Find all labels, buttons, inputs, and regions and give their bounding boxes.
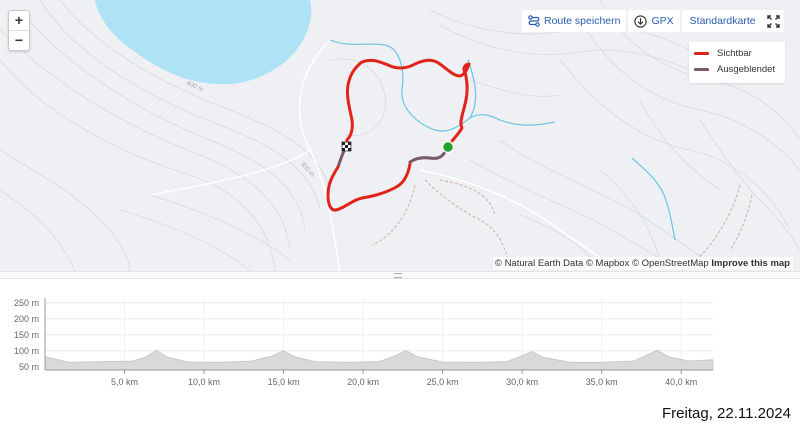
save-route-label: Route speichern xyxy=(544,15,621,27)
map-attribution: © Natural Earth Data © Mapbox © OpenStre… xyxy=(492,257,793,270)
x-tick-label: 5,0 km xyxy=(111,377,138,387)
gpx-download-button[interactable]: GPX xyxy=(628,10,680,32)
route-icon xyxy=(528,15,540,27)
map-terrain: 400 m 300 m xyxy=(0,0,800,271)
save-route-button[interactable]: Route speichern xyxy=(522,10,627,32)
map-toolbar: Route speichern GPX Standardkarte xyxy=(522,10,778,32)
map-view[interactable]: 400 m 300 m + − Route speichern GPX Stan… xyxy=(0,0,800,271)
y-tick-label: 50 m xyxy=(19,362,39,372)
legend-label: Ausgeblendet xyxy=(717,63,776,75)
fullscreen-button[interactable] xyxy=(762,10,784,32)
y-tick-label: 200 m xyxy=(14,314,39,324)
lake xyxy=(95,0,312,85)
x-tick-label: 40,0 km xyxy=(665,377,697,387)
elevation-profile[interactable]: 50 m 100 m 150 m 200 m 250 m 5,0 km 10,0 km 15,… xyxy=(0,278,800,398)
date-caption: Freitag, 22.11.2024 xyxy=(662,405,791,422)
zoom-control: + − xyxy=(8,10,30,51)
y-tick-label: 150 m xyxy=(14,330,39,340)
route-legend: Sichtbar Ausgeblendet xyxy=(689,42,785,83)
attribution-text: © Natural Earth Data © Mapbox © OpenStre… xyxy=(494,258,709,269)
route-visible xyxy=(326,58,471,212)
contour-label: 300 m xyxy=(299,161,316,179)
x-tick-label: 15,0 km xyxy=(268,377,300,387)
y-tick-label: 100 m xyxy=(14,346,39,356)
x-tick-label: 20,0 km xyxy=(347,377,379,387)
fullscreen-icon xyxy=(766,14,780,28)
x-tick-label: 10,0 km xyxy=(188,377,220,387)
legend-swatch xyxy=(694,67,709,71)
x-tick-label: 35,0 km xyxy=(586,377,618,387)
zoom-in-button[interactable]: + xyxy=(9,11,29,30)
elevation-chart: 50 m 100 m 150 m 200 m 250 m 5,0 km 10,0 km 15,… xyxy=(14,298,714,387)
route-hidden-segment xyxy=(408,146,449,164)
x-tick-label: 30,0 km xyxy=(506,377,538,387)
legend-swatch xyxy=(694,51,709,55)
x-tick-label: 25,0 km xyxy=(427,377,459,387)
gpx-label: GPX xyxy=(651,15,674,27)
y-tick-label: 250 m xyxy=(14,298,39,308)
zoom-out-button[interactable]: − xyxy=(9,30,29,50)
finish-flag-icon[interactable] xyxy=(341,141,352,152)
legend-item-hidden[interactable]: Ausgeblendet xyxy=(689,61,785,77)
start-marker[interactable] xyxy=(441,140,455,154)
legend-item-visible[interactable]: Sichtbar xyxy=(689,45,785,61)
map-style-label: Standardkarte xyxy=(689,15,756,27)
improve-map-link[interactable]: Improve this map xyxy=(711,258,790,269)
download-icon xyxy=(634,14,648,28)
elevation-area xyxy=(44,349,714,371)
legend-label: Sichtbar xyxy=(717,47,752,59)
